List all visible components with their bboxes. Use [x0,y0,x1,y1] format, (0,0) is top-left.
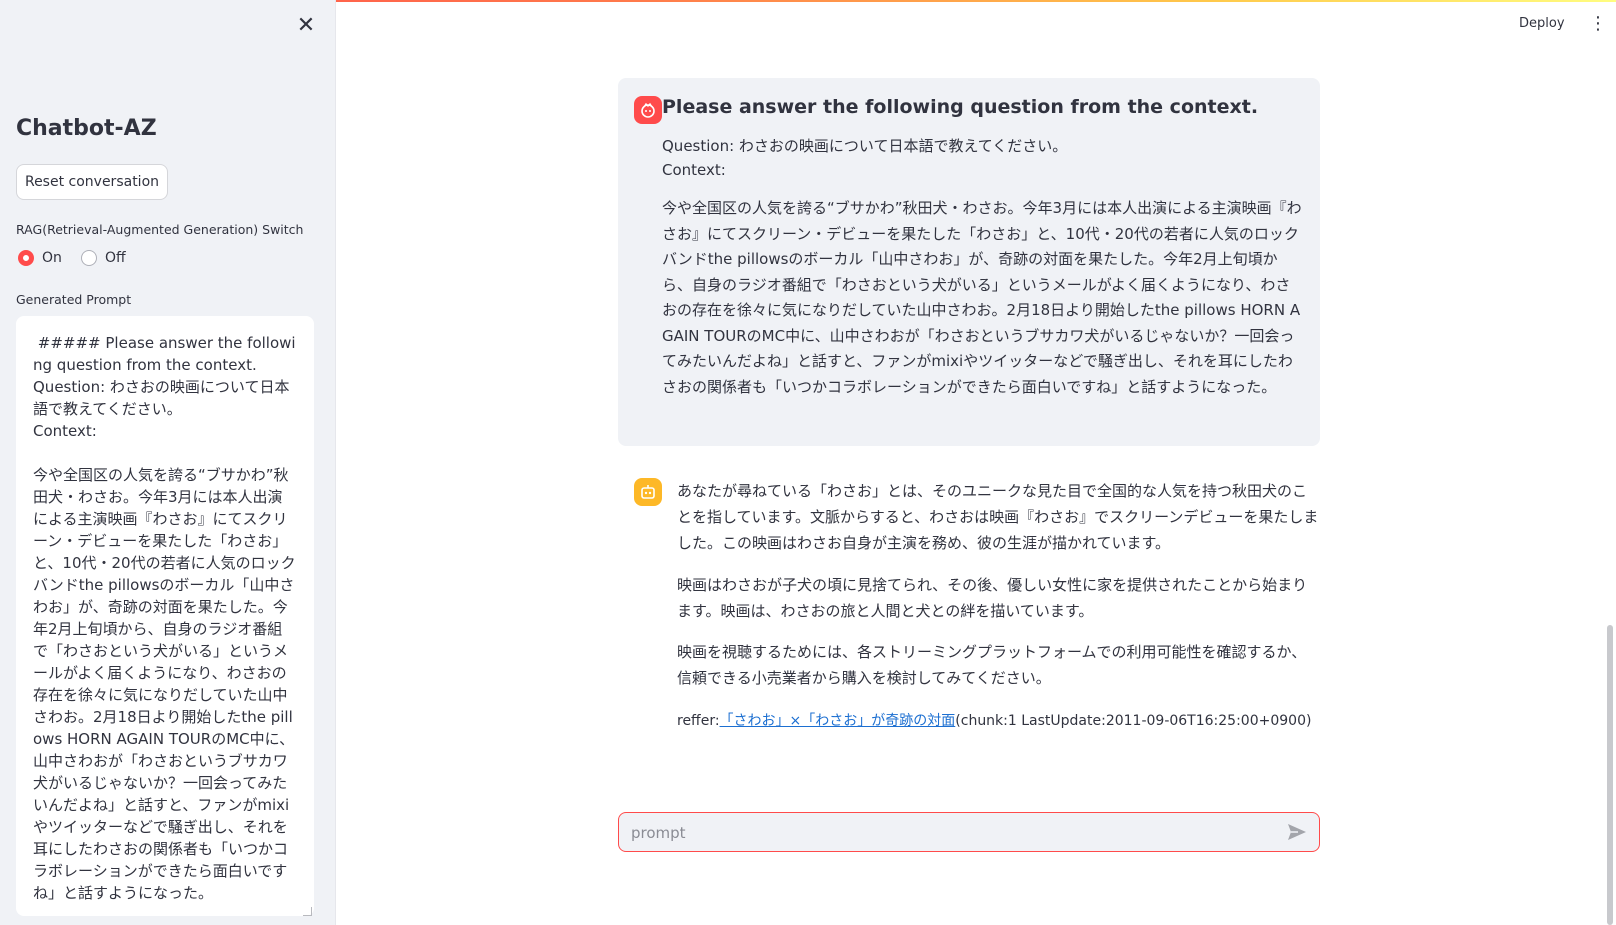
user-message: Please answer the following question fro… [618,78,1320,446]
reference-prefix: reffer: [677,713,720,729]
user-avatar-icon [634,96,662,124]
chat-input-container [618,812,1320,852]
user-message-context-label: Context: [662,161,726,179]
chat-prompt-input[interactable] [629,819,1273,847]
reset-conversation-button[interactable]: Reset conversation [16,164,168,200]
textarea-resize-handle[interactable] [303,907,312,916]
sidebar: ✕ Chatbot-AZ Reset conversation RAG(Retr… [0,0,336,925]
main-menu-icon[interactable]: ⋮ [1589,12,1607,36]
assistant-avatar-icon [634,478,662,506]
close-icon[interactable]: ✕ [294,14,318,38]
assistant-paragraph-3: 映画を視聴するためには、各ストリーミングプラットフォームでの利用可能性を確認する… [677,643,1307,687]
radio-option-on[interactable]: On [18,250,62,266]
reference-line: reffer:「さわお」×「わさお」が奇跡の対面(chunk:1 LastUpd… [677,708,1327,734]
radio-button-off[interactable] [81,250,97,266]
user-message-context-text: 今や全国区の人気を誇る“ブサかわ”秋田犬・わさお。今年3月には本人出演による主演… [662,199,1302,396]
rag-switch-label: RAG(Retrieval-Augmented Generation) Swit… [16,222,304,237]
app-title: Chatbot-AZ [16,116,157,141]
send-icon[interactable] [1286,822,1308,842]
generated-prompt-label: Generated Prompt [16,292,132,307]
radio-button-on[interactable] [18,250,34,266]
reference-meta: (chunk:1 LastUpdate:2011-09-06T16:25:00+… [955,713,1312,729]
main-scrollbar[interactable] [1607,625,1613,925]
radio-option-off[interactable]: Off [81,250,126,266]
user-message-question: Question: わさおの映画について日本語で教えてください。 [662,137,1068,155]
assistant-paragraph-1: あなたが尋ねている「わさお」とは、そのユニークな見た目で全国的な人気を持つ秋田犬… [677,482,1319,552]
generated-prompt-textarea[interactable]: ##### Please answer the following questi… [16,316,314,916]
deploy-button[interactable]: Deploy [1519,16,1565,31]
reference-link[interactable]: 「さわお」×「わさお」が奇跡の対面 [720,713,956,729]
assistant-paragraph-2: 映画はわさおが子犬の頃に見捨てられ、その後、優しい女性に家を提供されたことから始… [677,576,1308,620]
user-message-heading: Please answer the following question fro… [662,96,1259,118]
radio-label-off: Off [105,250,126,266]
radio-label-on: On [42,250,62,266]
